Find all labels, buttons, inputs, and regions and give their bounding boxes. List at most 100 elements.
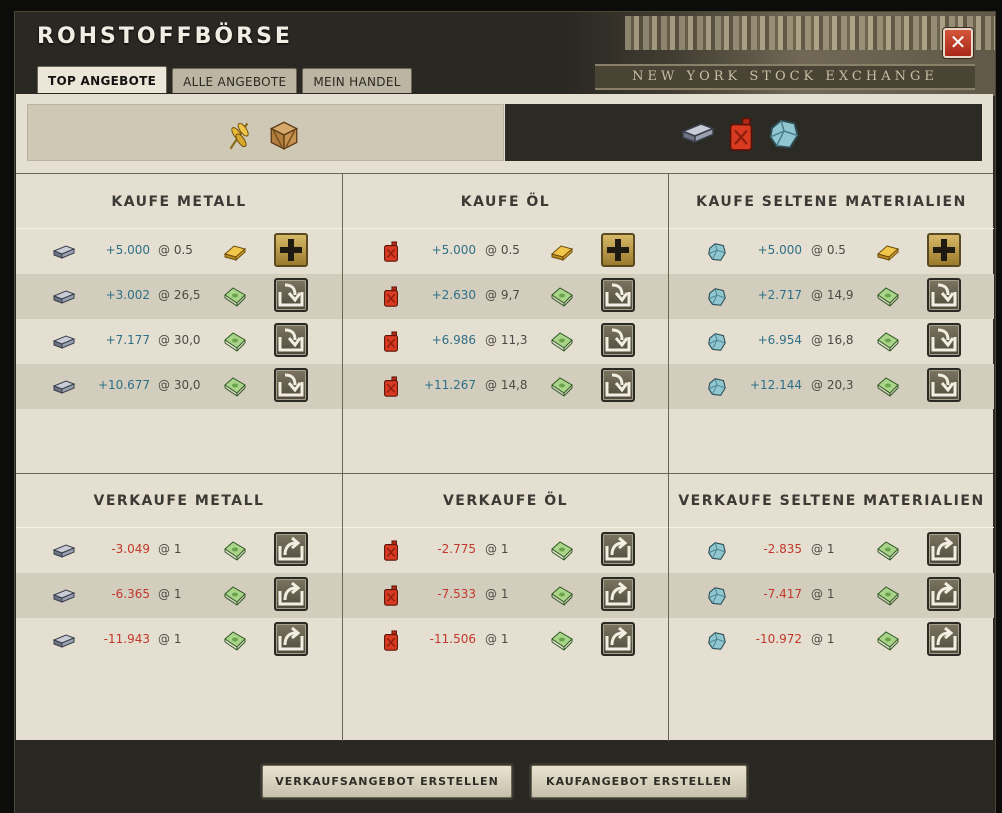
cash-icon xyxy=(222,330,248,352)
offer-amount: -3.049 xyxy=(111,542,150,556)
offer-row: +10.677 @ 30,0 xyxy=(16,364,342,409)
offer-row: +3.002 @ 26,5 xyxy=(16,274,342,319)
create-buy-offer-button[interactable]: KAUFANGEBOT ERSTELLEN xyxy=(531,765,747,798)
metal-ingot-icon xyxy=(52,286,76,308)
offer-amount: -2.835 xyxy=(763,542,802,556)
sell-offer-button[interactable] xyxy=(274,532,308,566)
offer-row: +5.000 @ 0.5 xyxy=(16,229,342,274)
offer-amount: +5.000 xyxy=(105,243,150,257)
accept-offer-button[interactable] xyxy=(601,323,635,357)
sell-offer-button[interactable] xyxy=(274,577,308,611)
oil-canister-icon xyxy=(379,540,403,562)
tab-my-trades[interactable]: MEIN HANDEL xyxy=(302,68,412,93)
oil-canister-icon xyxy=(379,376,403,398)
cash-icon xyxy=(875,375,901,397)
offer-price: @ 1 xyxy=(158,587,182,601)
resource-icon-slot xyxy=(705,540,729,566)
accept-offer-button[interactable] xyxy=(927,323,961,357)
offer-amount: +2.630 xyxy=(431,288,476,302)
offer-row: +5.000 @ 0.5 xyxy=(343,229,668,274)
close-button[interactable]: ✕ xyxy=(943,28,973,58)
currency-icon-slot xyxy=(875,330,901,356)
buy-with-gold-button[interactable] xyxy=(274,233,308,267)
rare-material-icon xyxy=(705,331,729,353)
offer-price: @ 11,3 xyxy=(485,333,528,347)
header-artwork: NEW YORK STOCK EXCHANGE xyxy=(565,12,995,96)
resource-icon-slot xyxy=(379,286,403,312)
section-title: KAUFE SELTENE MATERIALIEN xyxy=(669,174,994,229)
accept-offer-button[interactable] xyxy=(927,368,961,402)
create-sell-offer-button[interactable]: VERKAUFSANGEBOT ERSTELLEN xyxy=(262,765,512,798)
offer-row: +2.717 @ 14,9 xyxy=(669,274,994,319)
sell-arrow-icon xyxy=(603,534,633,564)
resource-icon-slot xyxy=(379,540,403,566)
plus-icon xyxy=(276,235,306,265)
offer-amount: +6.986 xyxy=(431,333,476,347)
gold-icon xyxy=(875,240,901,262)
sell-offer-button[interactable] xyxy=(274,622,308,656)
currency-icon-slot xyxy=(222,629,248,655)
filter-raw-materials[interactable] xyxy=(505,104,982,161)
section-title: KAUFE METALL xyxy=(16,174,342,229)
resource-icon-slot xyxy=(705,376,729,402)
buy-arrow-icon xyxy=(929,280,959,310)
offer-price: @ 9,7 xyxy=(485,288,520,302)
currency-icon-slot xyxy=(549,240,575,266)
section-title: VERKAUFE METALL xyxy=(16,473,342,528)
buy-arrow-icon xyxy=(603,325,633,355)
resource-icon-slot xyxy=(52,376,76,402)
sell-arrow-icon xyxy=(929,624,959,654)
metal-ingot-icon xyxy=(52,331,76,353)
exchange-window: NEW YORK STOCK EXCHANGE ROHSTOFFBÖRSE ✕ … xyxy=(14,11,996,813)
offer-amount: -6.365 xyxy=(111,587,150,601)
crate-icon xyxy=(267,117,301,153)
cash-icon xyxy=(222,375,248,397)
offer-row: +5.000 @ 0.5 xyxy=(669,229,994,274)
sell-offer-button[interactable] xyxy=(601,622,635,656)
sell-section: VERKAUFE ÖL -2.775 @ 1 -7.533 @ 1 -11.506 @ 1 xyxy=(343,473,668,663)
offers-grid: KAUFE METALL +5.000 @ 0.5 +3.002 @ 26,5 +7.17… xyxy=(16,173,994,741)
offer-row: +11.267 @ 14,8 xyxy=(343,364,668,409)
accept-offer-button[interactable] xyxy=(274,368,308,402)
sell-offer-button[interactable] xyxy=(927,532,961,566)
oil-canister-icon xyxy=(379,241,403,263)
currency-icon-slot xyxy=(875,285,901,311)
sell-offer-button[interactable] xyxy=(601,577,635,611)
resource-icon-slot xyxy=(52,331,76,357)
resource-icon-slot xyxy=(379,630,403,656)
metal-ingot-icon xyxy=(52,630,76,652)
offer-price: @ 0.5 xyxy=(811,243,846,257)
sell-arrow-icon xyxy=(276,579,306,609)
tab-all-offers[interactable]: ALLE ANGEBOTE xyxy=(172,68,298,93)
offer-amount: -7.417 xyxy=(763,587,802,601)
buy-section: KAUFE ÖL +5.000 @ 0.5 +2.630 @ 9,7 +6.986 @ 11… xyxy=(343,174,668,409)
filter-goods[interactable] xyxy=(27,104,504,161)
cash-icon xyxy=(549,375,575,397)
offer-amount: +3.002 xyxy=(105,288,150,302)
resource-icon-slot xyxy=(379,585,403,611)
sell-offer-button[interactable] xyxy=(927,577,961,611)
offer-price: @ 1 xyxy=(485,542,509,556)
oil-canister-icon xyxy=(379,331,403,353)
accept-offer-button[interactable] xyxy=(927,278,961,312)
metal-ingot-icon xyxy=(52,540,76,562)
offer-row: +7.177 @ 30,0 xyxy=(16,319,342,364)
offer-row: -7.417 @ 1 xyxy=(669,573,994,618)
header-banner: NEW YORK STOCK EXCHANGE xyxy=(595,64,975,90)
accept-offer-button[interactable] xyxy=(274,323,308,357)
buy-with-gold-button[interactable] xyxy=(601,233,635,267)
offer-price: @ 20,3 xyxy=(811,378,854,392)
accept-offer-button[interactable] xyxy=(601,368,635,402)
sell-offer-button[interactable] xyxy=(927,622,961,656)
buy-with-gold-button[interactable] xyxy=(927,233,961,267)
buy-arrow-icon xyxy=(276,325,306,355)
tab-top-offers[interactable]: TOP ANGEBOTE xyxy=(37,66,168,93)
accept-offer-button[interactable] xyxy=(274,278,308,312)
sell-offer-button[interactable] xyxy=(601,532,635,566)
metal-ingot-icon xyxy=(680,116,716,150)
sell-arrow-icon xyxy=(276,624,306,654)
accept-offer-button[interactable] xyxy=(601,278,635,312)
offer-price: @ 1 xyxy=(485,632,509,646)
currency-icon-slot xyxy=(875,539,901,565)
currency-icon-slot xyxy=(549,629,575,655)
